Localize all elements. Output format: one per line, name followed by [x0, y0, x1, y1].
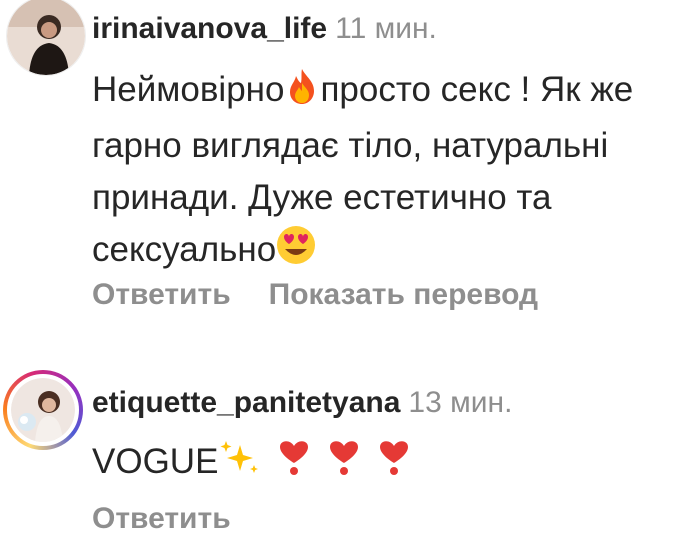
avatar[interactable]: [3, 370, 83, 450]
comment-time: 13 мин.: [408, 386, 513, 419]
comment-username[interactable]: irinaivanova_life: [92, 12, 327, 45]
heart-exclamation-emoji-icon: [376, 437, 412, 492]
comment-text-part: VOGUE: [92, 442, 219, 481]
avatar-image: [11, 378, 75, 442]
sparkles-emoji-icon: [218, 437, 262, 492]
comment-username-row: etiquette_panitetyana 13 мин.: [92, 386, 512, 420]
reply-button[interactable]: Ответить: [92, 278, 231, 311]
comment-text: VOGUE: [92, 436, 692, 492]
avatar-frame: [7, 374, 79, 446]
heart-exclamation-emoji-icon: [326, 437, 362, 492]
comment-text-part: Неймовірно: [92, 70, 285, 109]
avatar-photo: [11, 378, 75, 442]
avatar[interactable]: [6, 0, 86, 76]
avatar-photo: [7, 0, 85, 75]
heart-exclamation-emoji-icon: [276, 437, 312, 492]
comment-actions: Ответить Показать перевод: [92, 278, 576, 312]
heart-eyes-emoji-icon: [276, 225, 316, 280]
comment-actions: Ответить: [92, 502, 269, 536]
show-translation-button[interactable]: Показать перевод: [269, 278, 538, 311]
avatar-image: [7, 0, 85, 75]
avatar-frame: [6, 0, 86, 76]
comment-username[interactable]: etiquette_panitetyana: [92, 386, 400, 419]
fire-emoji-icon: [284, 67, 320, 120]
comment-text: Неймовірно просто секс ! Як же гарно вигл…: [92, 64, 692, 280]
comment-time: 11 мин.: [335, 12, 437, 45]
reply-button[interactable]: Ответить: [92, 502, 231, 535]
comment-username-row: irinaivanova_life 11 мин.: [92, 12, 437, 46]
